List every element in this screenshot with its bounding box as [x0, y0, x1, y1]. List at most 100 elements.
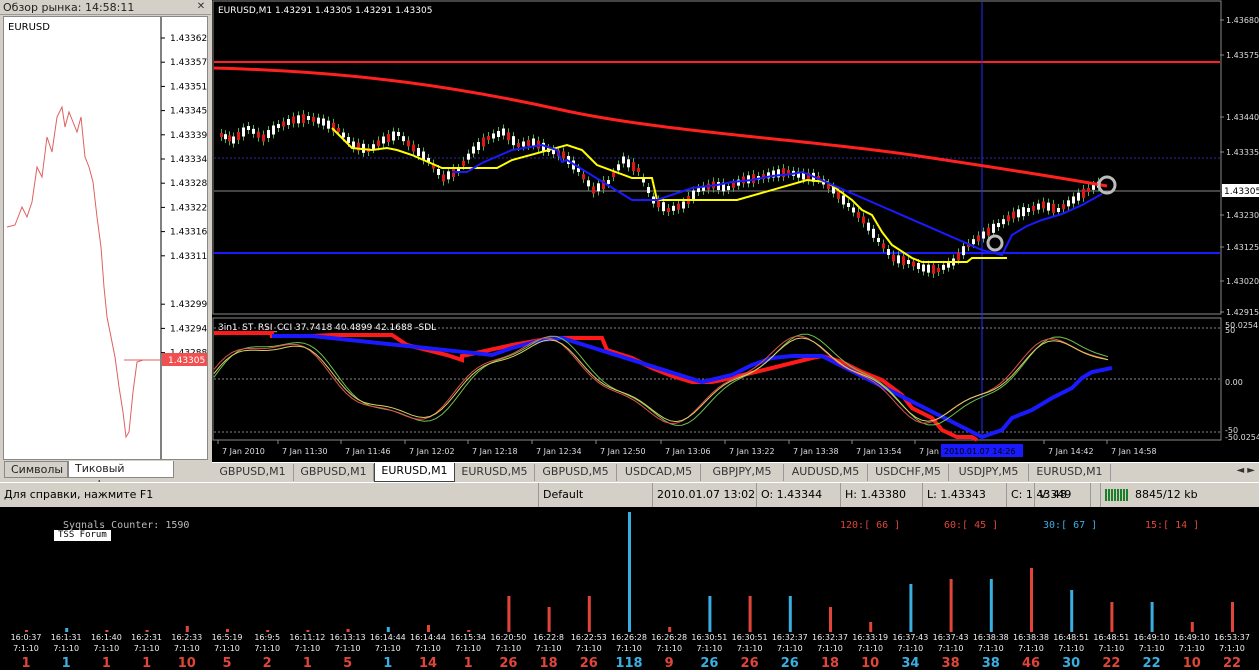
chart-tab[interactable]: AUDUSD,M5 [784, 464, 868, 481]
candle-body [497, 131, 500, 137]
chart-tab[interactable]: USDJPY,M5 [949, 464, 1029, 481]
candle-body [412, 144, 415, 152]
candle-body [472, 146, 475, 154]
candle-body [247, 126, 250, 130]
signal-time: 16:26:28 [611, 633, 647, 642]
time-label: 7 Jan 13:54 [856, 447, 902, 456]
chart-tab[interactable]: GBPJPY,M5 [701, 464, 784, 481]
candle-body [672, 205, 675, 211]
candle-body [917, 263, 920, 269]
timeframe-label: 120:[ 66 ] [840, 520, 900, 531]
candle-body [662, 202, 665, 212]
candle-body [1037, 203, 1040, 210]
signal-bar [1110, 602, 1114, 632]
chart-tab[interactable]: GBPUSD,M1 [212, 464, 294, 481]
status-profile: Default [538, 483, 650, 507]
signal-count: 38 [982, 656, 1000, 670]
tick-price-label: 1.43362 [170, 34, 207, 44]
candle-body [992, 223, 995, 233]
tss-forum-badge[interactable]: TSS Forum [54, 530, 111, 541]
tab-scroll-arrows-icon[interactable]: ◄ ► [1236, 465, 1255, 476]
signal-timeframe: 7:1:10 [1018, 644, 1044, 653]
signal-timeframe: 7:1:10 [13, 644, 39, 653]
candle-body [877, 238, 880, 242]
signal-marker[interactable] [986, 234, 1004, 252]
signal-count: 26 [700, 656, 718, 670]
candle-body [1052, 203, 1055, 213]
signal-count: 5 [222, 656, 231, 670]
signal-time: 16:20:50 [490, 633, 526, 642]
signal-bar [587, 596, 591, 632]
candle-body [252, 128, 255, 134]
chart-tab[interactable]: GBPUSD,M5 [535, 464, 617, 481]
chart-tab[interactable]: EURUSD,M5 [455, 464, 535, 481]
signal-bar [949, 579, 953, 632]
signal-count: 18 [821, 656, 839, 670]
tick-price-label: 1.43345 [170, 107, 207, 117]
tick-chart-symbol: EURUSD [8, 22, 50, 33]
signal-time: 16:9:5 [254, 633, 280, 642]
time-label: 7 Jan 14:58 [1111, 447, 1157, 456]
status-low: L: 1.43343 [922, 483, 1006, 507]
candle-body [397, 132, 400, 136]
candle-body [587, 180, 590, 187]
candle-body [972, 239, 975, 245]
signal-timeframe: 7:1:10 [134, 644, 160, 653]
main-chart[interactable]: EURUSD,M1 1.43291 1.43305 1.43291 1.4330… [212, 0, 1259, 462]
price-label: 1.42915 [1226, 308, 1259, 317]
chart-tab[interactable]: USDCAD,M5 [617, 464, 701, 481]
candle-body [282, 121, 285, 127]
indicator-blue-step [272, 334, 1113, 440]
candle-body [847, 203, 850, 207]
candle-body [482, 137, 485, 147]
tab-symbols[interactable]: Символы [4, 461, 68, 478]
candle-body [262, 134, 265, 142]
candle-body [607, 180, 610, 184]
tab-tick-chart[interactable]: Тиковый график [68, 461, 174, 491]
signal-bar [427, 625, 430, 632]
chart-tab[interactable]: EURUSD,M1 [374, 463, 455, 482]
signal-time: 16:33:19 [852, 633, 888, 642]
status-connection[interactable]: 8845/12 kb [1100, 483, 1259, 507]
candle-body [982, 231, 985, 239]
market-watch-title: Обзор рынка: 14:58:11 [0, 0, 211, 15]
terminal-window: Обзор рынка: 14:58:11 ✕ EURUSD 1.43362 1.… [0, 0, 1259, 670]
signal-bar [105, 630, 109, 632]
candle-body [487, 136, 490, 140]
tick-price-line [6, 105, 164, 439]
oscillator-yellow [213, 337, 1109, 423]
chart-tab[interactable]: EURUSD,M1 [1029, 464, 1111, 481]
candle-body [462, 160, 465, 166]
time-label: 7 Jan 13:22 [729, 447, 775, 456]
signal-count: 118 [615, 656, 642, 670]
signal-time: 16:14:44 [410, 633, 446, 642]
chart-tab[interactable]: USDCHF,M5 [868, 464, 949, 481]
signal-timeframe: 7:1:10 [536, 644, 562, 653]
close-icon[interactable]: ✕ [195, 1, 207, 13]
signal-bar [185, 626, 189, 632]
price-scale: 1.43680 1.43575 1.43440 1.43335 1.43230 1.431… [1220, 16, 1259, 317]
candle-body [467, 153, 470, 160]
candle-body [442, 174, 445, 182]
candle-body [872, 228, 875, 238]
candle-body [1042, 201, 1045, 209]
candle-body [882, 243, 885, 249]
signal-timeframe: 7:1:10 [817, 644, 843, 653]
signal-timeframe: 7:1:10 [94, 644, 120, 653]
candle-body [987, 227, 990, 236]
signal-time: 16:0:37 [11, 633, 42, 642]
price-label: 1.43335 [1226, 148, 1259, 157]
signal-bar [829, 607, 832, 632]
oscillator-red [213, 335, 1109, 424]
tick-price-label: 1.43299 [170, 300, 207, 310]
tick-chart: EURUSD 1.43362 1.43357 1.43351 1.43345 1.433… [3, 16, 208, 460]
candle-body [307, 116, 310, 120]
chart-tab[interactable]: GBPUSD,M1 [294, 464, 374, 481]
time-label: 7 Jan 12:18 [472, 447, 518, 456]
main-chart-svg[interactable]: EURUSD,M1 1.43291 1.43305 1.43291 1.4330… [212, 0, 1259, 462]
signal-timeframe: 7:1:10 [697, 644, 723, 653]
candle-body [912, 261, 915, 267]
candle-body [1012, 211, 1015, 219]
tick-price-label: 1.43334 [170, 155, 207, 165]
indicator-label: -50.0254 [1225, 433, 1259, 442]
